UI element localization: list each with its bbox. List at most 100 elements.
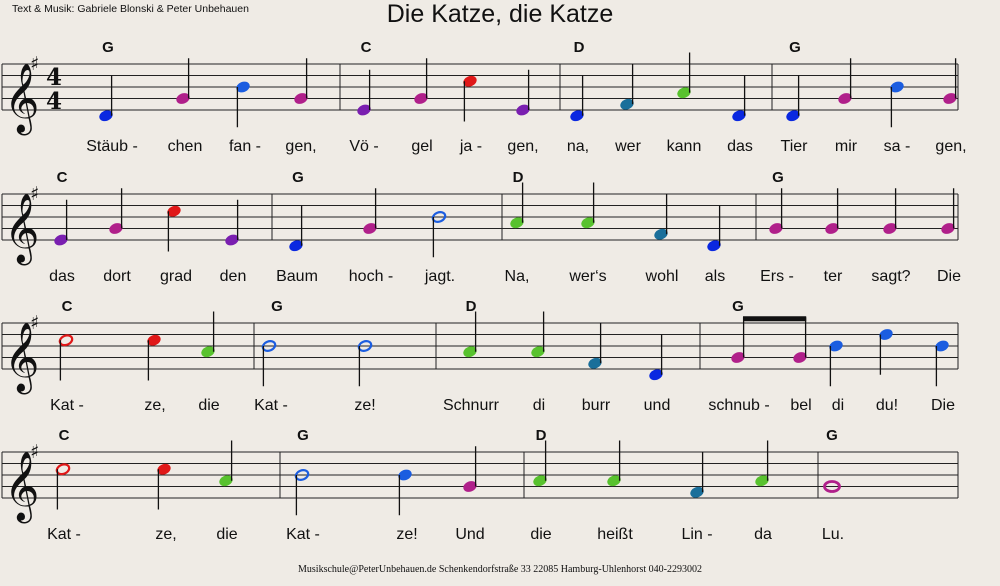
- key-signature-sharp: ♯: [30, 441, 39, 463]
- lyric-syllable: mir: [835, 138, 858, 155]
- lyric-syllable: Kat -: [50, 397, 84, 414]
- note: [943, 58, 957, 104]
- sheet-music: 𝄞♯ 44G C D GStäub - chen fan - gen, Vö - gel ja -g…: [1, 39, 967, 543]
- lyric-syllable: die: [530, 526, 551, 543]
- lyric-syllable: hoch -: [349, 268, 393, 285]
- lyric-syllable: bel: [790, 397, 811, 414]
- lyric-syllable: den: [220, 268, 247, 285]
- lyric-syllable: Kat -: [47, 526, 81, 543]
- lyric-syllable: das: [727, 138, 753, 155]
- note: [414, 58, 428, 104]
- note: [838, 58, 852, 104]
- note: [109, 188, 123, 234]
- chord-symbol: C: [361, 39, 372, 56]
- note: [463, 446, 477, 492]
- note: [941, 188, 955, 234]
- chord-symbol: G: [732, 298, 744, 315]
- note: [516, 69, 530, 116]
- note: [935, 340, 949, 387]
- lyric-syllable: die: [198, 397, 219, 414]
- note: [825, 188, 839, 234]
- lyric-syllable: Vö -: [349, 138, 378, 155]
- lyric-syllable: gen,: [285, 138, 316, 155]
- lyric-syllable: di: [832, 397, 844, 414]
- note: [398, 469, 412, 516]
- lyric-syllable: na,: [567, 138, 589, 155]
- lyric-syllable: ze!: [396, 526, 417, 543]
- lyric-syllable: das: [49, 268, 75, 285]
- chord-symbol: G: [102, 39, 114, 56]
- note: [236, 81, 250, 128]
- chord-symbol: G: [772, 169, 784, 186]
- footer-contact: Musikschule@PeterUnbehauen.de Schenkendo…: [298, 564, 702, 575]
- lyric-syllable: gel: [411, 138, 432, 155]
- lyric-syllable: di: [533, 397, 545, 414]
- lyric-syllable: wer: [614, 138, 641, 155]
- key-signature-sharp: ♯: [30, 53, 39, 75]
- chord-symbol: D: [574, 39, 585, 56]
- lyric-syllable: Na,: [505, 268, 530, 285]
- time-signature-bottom: 4: [46, 88, 62, 115]
- lyric-syllable: burr: [582, 397, 611, 414]
- lyric-syllable: sa -: [884, 138, 911, 155]
- lyric-syllable: ze,: [144, 397, 165, 414]
- note: [54, 199, 68, 246]
- lyric-syllable: ter: [824, 268, 843, 285]
- chord-symbol: D: [536, 427, 547, 444]
- lyric-syllable: Schnurr: [443, 397, 500, 414]
- note: [225, 199, 239, 246]
- lyric-syllable: jagt.: [424, 268, 455, 285]
- chord-symbol: C: [62, 298, 73, 315]
- chord-symbol: G: [292, 169, 304, 186]
- lyric-syllable: wer‘s: [568, 268, 606, 285]
- lyric-syllable: heißt: [597, 526, 633, 543]
- note: [829, 340, 843, 387]
- time-signature-top: 4: [46, 64, 62, 91]
- note: [769, 188, 783, 234]
- lyric-syllable: und: [644, 397, 671, 414]
- note-beam: [743, 316, 807, 322]
- chord-symbol: G: [789, 39, 801, 56]
- chord-symbol: D: [466, 298, 477, 315]
- note: [883, 188, 897, 234]
- note: [731, 317, 745, 363]
- lyric-syllable: gen,: [507, 138, 538, 155]
- chord-symbol: G: [271, 298, 283, 315]
- lyric-syllable: ze!: [354, 397, 375, 414]
- lyric-syllable: Und: [455, 526, 484, 543]
- lyric-syllable: Ers -: [760, 268, 794, 285]
- chord-symbol: C: [59, 427, 70, 444]
- lyric-syllable: sagt?: [871, 268, 910, 285]
- lyric-syllable: Die: [931, 397, 955, 414]
- lyric-syllable: dort: [103, 268, 131, 285]
- key-signature-sharp: ♯: [30, 183, 39, 205]
- lyric-syllable: kann: [667, 138, 702, 155]
- lyric-syllable: Die: [937, 268, 961, 285]
- lyric-syllable: Lu.: [822, 526, 844, 543]
- lyric-syllable: chen: [168, 138, 203, 155]
- lyric-syllable: Kat -: [286, 526, 320, 543]
- chord-symbol: C: [57, 169, 68, 186]
- lyric-syllable: Kat -: [254, 397, 288, 414]
- chord-symbol: D: [513, 169, 524, 186]
- lyric-syllable: Stäub -: [86, 138, 138, 155]
- lyric-syllable: da: [754, 526, 772, 543]
- lyric-syllable: wohl: [645, 268, 679, 285]
- lyric-syllable: du!: [876, 397, 898, 414]
- lyric-syllable: schnub -: [708, 397, 769, 414]
- lyric-syllable: die: [216, 526, 237, 543]
- lyric-syllable: gen,: [935, 138, 966, 155]
- note: [294, 58, 308, 104]
- lyric-syllable: Tier: [781, 138, 809, 155]
- note: [793, 317, 807, 363]
- lyric-syllable: als: [705, 268, 725, 285]
- lyric-syllable: Lin -: [681, 526, 712, 543]
- lyric-syllable: ze,: [155, 526, 176, 543]
- lyric-syllable: Baum: [276, 268, 318, 285]
- note: [879, 329, 893, 375]
- lyric-syllable: ja -: [459, 138, 482, 155]
- note: [890, 81, 904, 128]
- note: [357, 69, 371, 116]
- key-signature-sharp: ♯: [30, 312, 39, 334]
- chord-symbol: G: [826, 427, 838, 444]
